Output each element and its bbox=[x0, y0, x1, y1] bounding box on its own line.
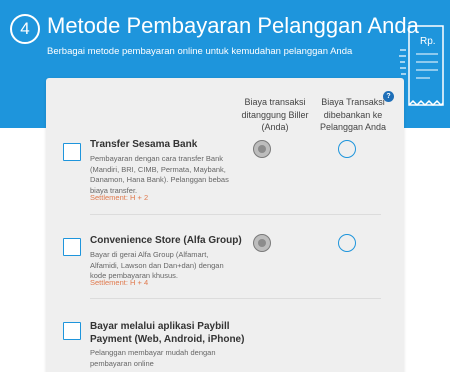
payment-method-description: Pelanggan membayar mudah dengan pembayar… bbox=[90, 348, 216, 368]
checkbox-convenience-store[interactable] bbox=[63, 238, 81, 256]
settlement-info: Settlement: H + 4 bbox=[90, 278, 149, 287]
payment-method-row-bank-transfer: Transfer Sesama Bank Pembayaran dengan c… bbox=[46, 78, 404, 213]
payment-method-title: Bayar melalui aplikasi Paybill Payment (… bbox=[90, 321, 245, 345]
payment-method-description: Pembayaran dengan cara transfer Bank (Ma… bbox=[90, 154, 229, 195]
checkbox-paybill-app[interactable] bbox=[63, 322, 81, 340]
radio-customer-pays-convenience-store[interactable] bbox=[338, 234, 356, 252]
payment-method-description: Bayar di gerai Alfa Group (Alfamart, Alf… bbox=[90, 250, 224, 280]
payment-method-row-paybill-app: Bayar melalui aplikasi Paybill Payment (… bbox=[46, 299, 404, 372]
checkbox-bank-transfer[interactable] bbox=[63, 143, 81, 161]
step-number-badge: 4 bbox=[10, 14, 40, 44]
payment-method-row-convenience-store: Convenience Store (Alfa Group) Bayar di … bbox=[46, 215, 404, 298]
section-title: Metode Pembayaran Pelanggan Anda bbox=[47, 13, 419, 38]
radio-biller-pays-convenience-store[interactable] bbox=[253, 234, 271, 252]
receipt-icon: Rp. bbox=[399, 25, 444, 107]
radio-customer-pays-bank-transfer[interactable] bbox=[338, 140, 356, 158]
payment-method-title: Convenience Store (Alfa Group) bbox=[90, 235, 242, 246]
receipt-currency-label: Rp. bbox=[420, 36, 436, 47]
settlement-info: Settlement: H + 2 bbox=[90, 193, 149, 202]
payment-methods-card: ? Biaya transaksi ditanggung Biller (And… bbox=[46, 78, 404, 372]
radio-biller-pays-bank-transfer[interactable] bbox=[253, 140, 271, 158]
section-subtitle: Berbagai metode pembayaran online untuk … bbox=[47, 46, 353, 57]
payment-method-title: Transfer Sesama Bank bbox=[90, 139, 198, 150]
